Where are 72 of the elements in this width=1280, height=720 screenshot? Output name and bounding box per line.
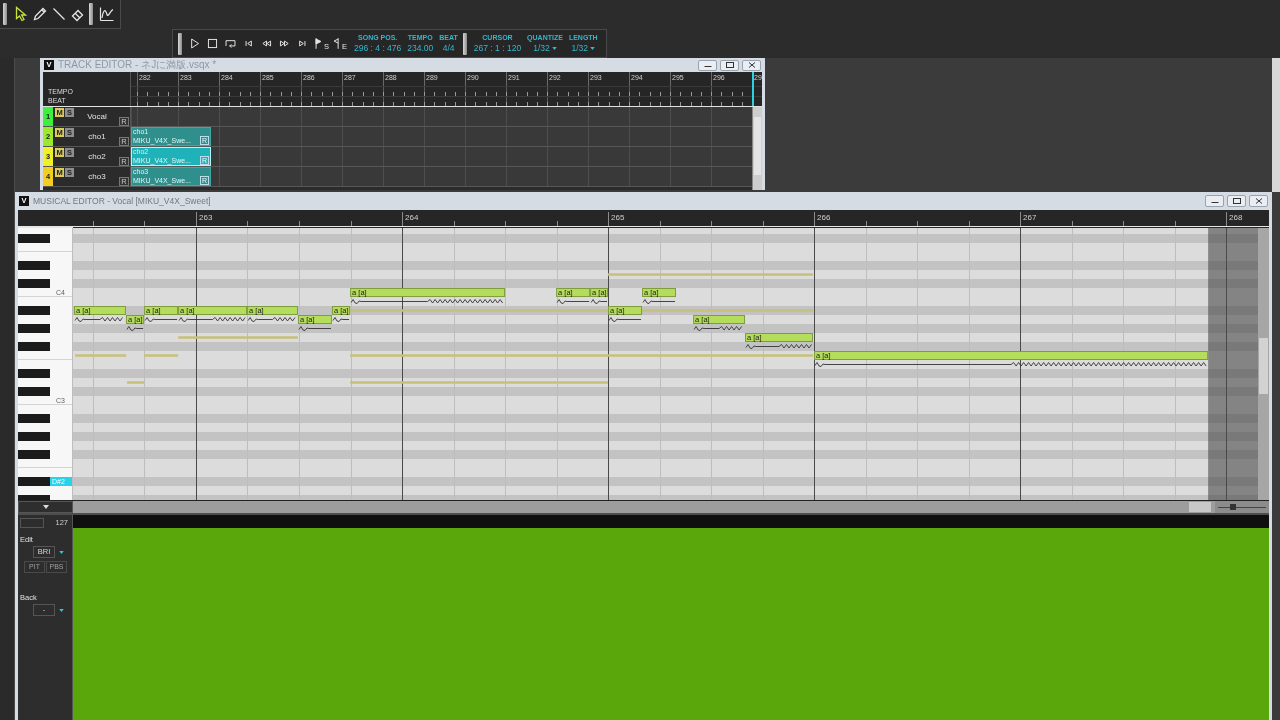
- minimize-button[interactable]: [698, 59, 717, 71]
- measure-number: 268: [1229, 213, 1243, 222]
- sharp-piano-key[interactable]: [18, 341, 50, 351]
- skip-forward-icon: [296, 37, 309, 50]
- track-name: Vocal: [87, 112, 107, 121]
- zoom-slider[interactable]: [1215, 501, 1269, 513]
- sharp-piano-key[interactable]: [18, 449, 50, 459]
- caret-icon[interactable]: [59, 608, 64, 612]
- readout-value: 267 : 1 : 120: [473, 42, 522, 54]
- minimize-button[interactable]: [1205, 195, 1224, 207]
- fast-forward-icon: [278, 37, 291, 50]
- pencil-icon: [31, 6, 48, 22]
- rewind-icon: [260, 37, 273, 50]
- measure-number: 267: [1023, 213, 1037, 222]
- maximize-button[interactable]: [1227, 195, 1246, 207]
- stop-icon: [206, 37, 219, 50]
- readout-value: 296 : 4 : 476: [354, 42, 402, 54]
- sharp-piano-key[interactable]: [18, 260, 50, 270]
- track-name: cho1: [88, 132, 106, 141]
- window-title: TRACK EDITOR - ネJに満版.vsqx *: [58, 59, 217, 71]
- close-icon: [1254, 198, 1263, 204]
- slider-thumb[interactable]: [1230, 504, 1237, 510]
- sharp-piano-key[interactable]: [18, 278, 50, 288]
- timeline-ruler[interactable]: 263 264 265 266 267 268: [73, 210, 1269, 228]
- measure-number: 266: [817, 213, 831, 222]
- ghost-note-bar: [75, 354, 127, 357]
- caret-icon: [42, 505, 49, 509]
- track-name: cho3: [88, 172, 106, 181]
- caret-icon: [590, 46, 596, 50]
- track-name: cho2: [88, 152, 106, 161]
- close-button[interactable]: [1249, 195, 1268, 207]
- parameter-curve-area[interactable]: [73, 515, 1269, 720]
- sharp-piano-key[interactable]: [18, 305, 50, 315]
- dropdown[interactable]: 1/32: [571, 42, 596, 54]
- maximize-button[interactable]: [720, 59, 739, 71]
- toolbar-grip[interactable]: [462, 32, 467, 55]
- scrollbar[interactable]: [1258, 228, 1269, 500]
- skip-back-icon: [242, 37, 255, 50]
- curve-icon: [98, 6, 115, 22]
- play-icon: [188, 37, 201, 50]
- ghost-note-bar: [127, 381, 145, 384]
- close-icon: [747, 62, 756, 68]
- sharp-piano-key[interactable]: [18, 431, 50, 441]
- playhead-marker[interactable]: [752, 72, 754, 106]
- ghost-note-bar: [144, 354, 179, 357]
- measure-number: 264: [405, 213, 419, 222]
- caret-icon: [551, 46, 557, 50]
- ruler-corner: [18, 210, 73, 228]
- toolbar-grip[interactable]: [3, 3, 7, 25]
- toolbar-grip[interactable]: [89, 3, 93, 25]
- sharp-piano-key[interactable]: [18, 386, 50, 396]
- readout-value: 4/4: [442, 42, 455, 54]
- close-button[interactable]: [742, 59, 761, 71]
- measure-number: 265: [611, 213, 625, 222]
- sharp-piano-key[interactable]: [18, 476, 50, 486]
- maximize-icon: [725, 62, 734, 68]
- maximize-icon: [1232, 198, 1241, 204]
- loop-icon: [224, 37, 237, 50]
- toolbar-grip[interactable]: [178, 32, 182, 55]
- window-title: MUSICAL EDITOR - Vocal [MIKU_V4X_Sweet]: [33, 195, 211, 207]
- dropdown[interactable]: 1/32: [533, 42, 557, 54]
- scrollbar[interactable]: [752, 107, 762, 190]
- caret-icon[interactable]: [59, 550, 64, 554]
- input-field[interactable]: [20, 518, 44, 528]
- sharp-piano-key[interactable]: [18, 323, 50, 333]
- measure-number: 263: [199, 213, 213, 222]
- sharp-piano-key[interactable]: [18, 368, 50, 378]
- scrollbar[interactable]: [73, 501, 1215, 513]
- scrollbar[interactable]: [1272, 58, 1280, 192]
- readout-value: 234.00: [407, 42, 434, 54]
- sharp-piano-key[interactable]: [18, 413, 50, 423]
- line-icon: [50, 6, 67, 22]
